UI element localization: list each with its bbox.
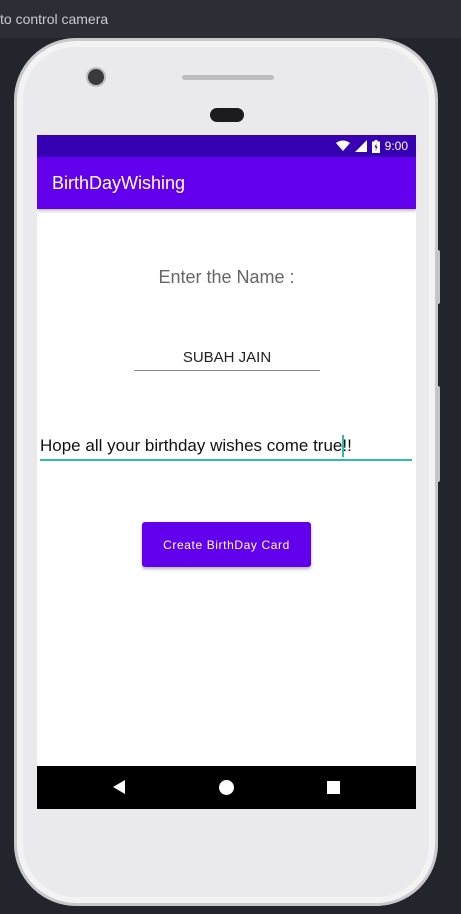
name-label: Enter the Name : — [158, 267, 295, 287]
app-title: BirthDayWishing — [52, 173, 186, 193]
battery-icon — [371, 139, 380, 153]
front-camera-icon — [88, 69, 104, 85]
text-cursor — [342, 435, 344, 457]
back-icon[interactable] — [113, 780, 125, 794]
wifi-icon — [335, 140, 350, 151]
device-screen: 9:00 BirthDayWishing Enter the Name : Cr… — [37, 135, 416, 809]
create-birthday-card-button[interactable]: Create BirthDay Card — [142, 522, 311, 567]
power-button — [436, 250, 440, 304]
recents-icon[interactable] — [327, 781, 340, 794]
status-time: 9:00 — [384, 139, 408, 153]
status-bar: 9:00 — [37, 135, 416, 157]
volume-button — [436, 386, 440, 482]
cell-signal-icon — [354, 140, 367, 152]
wish-message-field[interactable] — [40, 433, 412, 461]
speaker-grille — [182, 75, 274, 80]
earpiece — [210, 108, 244, 122]
navigation-bar — [37, 766, 416, 809]
home-icon[interactable] — [219, 780, 234, 795]
window-hint-text: to control camera — [0, 0, 461, 38]
app-bar: BirthDayWishing — [37, 157, 416, 209]
name-field[interactable] — [134, 344, 320, 371]
